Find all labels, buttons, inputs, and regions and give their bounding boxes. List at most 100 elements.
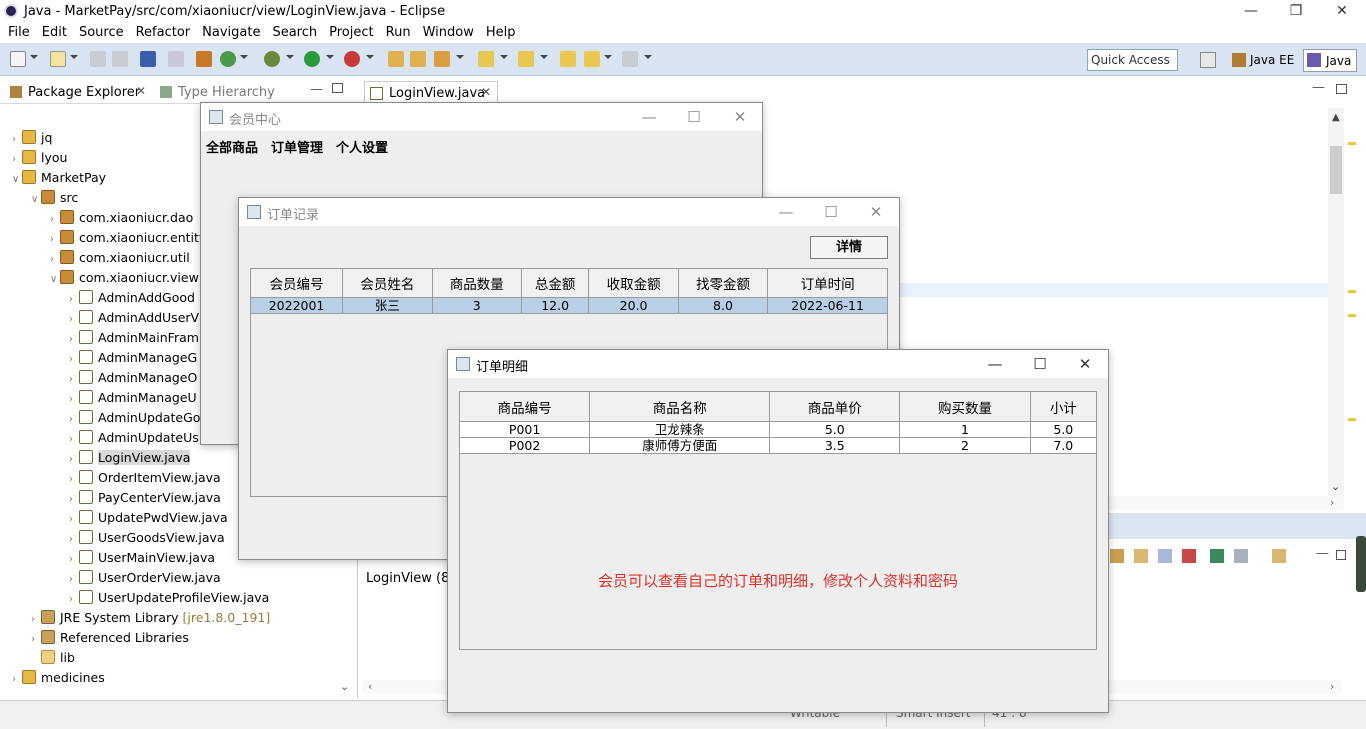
save-icon[interactable]	[90, 51, 106, 67]
last-edit-icon[interactable]	[560, 51, 576, 67]
open-type-icon[interactable]	[196, 51, 212, 67]
chevron-right-icon[interactable]: ›	[69, 390, 79, 410]
view-menu-icon[interactable]	[1210, 549, 1224, 563]
chevron-right-icon[interactable]: ›	[31, 610, 41, 630]
tree-item[interactable]: › PayCenterView.java	[69, 488, 221, 508]
menu-personal-settings[interactable]: 个人设置	[336, 137, 388, 156]
tree-scroll-down-icon[interactable]: ⌄	[340, 680, 349, 693]
column-header[interactable]: 商品编号	[458, 391, 591, 422]
search-icon[interactable]	[434, 51, 450, 67]
column-header[interactable]: 商品数量	[431, 268, 522, 298]
tree-item[interactable]: › JRE System Library [jre1.8.0_191]	[31, 608, 270, 628]
column-header[interactable]: 会员姓名	[342, 268, 433, 298]
tree-item[interactable]: › LoginView.java	[69, 448, 191, 470]
column-header[interactable]: 商品单价	[769, 391, 901, 422]
view-menu-icon[interactable]	[1134, 549, 1148, 563]
tree-item[interactable]: › com.xiaoniucr.dao	[50, 208, 193, 228]
maximize-view-icon[interactable]	[332, 83, 343, 93]
chevron-right-icon[interactable]: ›	[50, 210, 60, 230]
chevron-right-icon[interactable]: ›	[69, 290, 79, 310]
view-menu-icon[interactable]	[1234, 549, 1248, 563]
view-menu-icon[interactable]	[1110, 549, 1124, 563]
tree-item[interactable]: › UserMainView.java	[69, 548, 215, 568]
lower-maximize-icon[interactable]	[1336, 550, 1346, 560]
chevron-right-icon[interactable]: ›	[69, 410, 79, 430]
close-tab-icon[interactable]: ✕	[136, 84, 146, 98]
editor-minimize-icon[interactable]: —	[1312, 80, 1325, 95]
maximize-button[interactable]: ☐	[1017, 350, 1063, 378]
chevron-right-icon[interactable]: ›	[69, 370, 79, 390]
menu-edit[interactable]: Edit	[36, 23, 73, 43]
new-project-icon[interactable]	[50, 51, 66, 67]
menu-project[interactable]: Project	[323, 23, 379, 43]
maximize-button[interactable]: ☐	[671, 103, 717, 131]
menu-file[interactable]: File	[2, 23, 36, 43]
run-external-icon[interactable]	[344, 51, 360, 67]
view-menu-icon[interactable]	[1272, 549, 1286, 563]
chevron-right-icon[interactable]: ›	[69, 530, 79, 550]
chevron-right-icon[interactable]: ›	[69, 510, 79, 530]
menu-order-management[interactable]: 订单管理	[271, 137, 323, 156]
open-file-icon[interactable]	[410, 51, 426, 67]
view-menu-icon[interactable]	[1182, 549, 1196, 563]
console-icon[interactable]	[140, 51, 156, 67]
menu-window[interactable]: Window	[417, 23, 480, 43]
column-header[interactable]: 购买数量	[899, 391, 1031, 422]
scroll-down-icon[interactable]: ⌄	[1331, 480, 1340, 493]
close-button[interactable]: ✕	[1319, 0, 1365, 23]
column-header[interactable]: 收取金额	[588, 268, 679, 298]
restore-button[interactable]: ❐	[1273, 0, 1319, 23]
chevron-right-icon[interactable]: ›	[12, 150, 22, 170]
tree-item[interactable]: › com.xiaoniucr.util	[50, 248, 190, 268]
tree-item[interactable]: › Referenced Libraries	[31, 628, 189, 648]
chevron-right-icon[interactable]: ›	[12, 130, 22, 150]
new-icon[interactable]	[10, 51, 26, 67]
menu-run[interactable]: Run	[380, 23, 417, 43]
minimize-button[interactable]: —	[972, 350, 1018, 378]
tree-item[interactable]: › UserOrderView.java	[69, 568, 221, 588]
table-row[interactable]: 2022001 张三 3 12.0 20.0 8.0 2022-06-11	[249, 297, 888, 314]
menu-source[interactable]: Source	[73, 23, 130, 43]
tree-item[interactable]: › medicines	[12, 668, 105, 688]
view-menu-icon[interactable]	[1158, 549, 1172, 563]
chevron-right-icon[interactable]: ›	[69, 330, 79, 350]
chevron-right-icon[interactable]: ›	[69, 570, 79, 590]
refresh-icon[interactable]	[220, 51, 236, 67]
save-all-icon[interactable]	[112, 51, 128, 67]
prev-annotation-icon[interactable]	[518, 51, 534, 67]
chevron-right-icon[interactable]: ›	[69, 450, 79, 470]
tree-item[interactable]: › AdminMainFram	[69, 328, 199, 348]
chevron-down-icon[interactable]: ∨	[50, 270, 60, 290]
tab-package-explorer[interactable]: Package Explorer	[28, 85, 140, 100]
minimize-view-icon[interactable]: —	[310, 82, 323, 97]
tree-item[interactable]: › com.xiaoniucr.entity	[50, 228, 206, 248]
run-icon[interactable]	[304, 51, 320, 67]
tree-item[interactable]: › AdminAddUserV	[69, 308, 199, 328]
editor-scrollbar[interactable]: ▲	[1328, 108, 1344, 496]
detail-button[interactable]: 详情	[810, 236, 888, 259]
tree-item[interactable]: › AdminAddGood	[69, 288, 195, 308]
column-header[interactable]: 会员编号	[249, 268, 344, 298]
column-header[interactable]: 商品名称	[589, 391, 771, 422]
close-button[interactable]: ✕	[717, 103, 763, 131]
close-button[interactable]: ✕	[1062, 350, 1108, 378]
maximize-button[interactable]: ☐	[808, 198, 854, 226]
tree-item[interactable]: lib	[31, 648, 75, 668]
editor-tab-loginview[interactable]: LoginView.java ✕	[364, 81, 498, 104]
close-editor-icon[interactable]: ✕	[481, 85, 491, 99]
tree-item[interactable]: › UserUpdateProfileView.java	[69, 588, 269, 608]
column-header[interactable]: 总金额	[520, 268, 590, 298]
table-row[interactable]: P001 卫龙辣条 5.0 1 5.0	[458, 421, 1098, 438]
chevron-down-icon[interactable]: ∨	[31, 190, 41, 210]
tree-item[interactable]: › lyou	[12, 148, 67, 168]
hscroll-right-icon[interactable]: ›	[1330, 680, 1334, 693]
editor-maximize-icon[interactable]	[1336, 84, 1347, 94]
hscroll-left-icon[interactable]: ‹	[368, 680, 372, 693]
chevron-right-icon[interactable]: ›	[69, 350, 79, 370]
minimize-button[interactable]: —	[1228, 0, 1274, 23]
open-folder-icon[interactable]	[388, 51, 404, 67]
back-icon[interactable]	[584, 51, 600, 67]
chevron-right-icon[interactable]: ›	[31, 630, 41, 650]
tree-item[interactable]: › AdminManageU	[69, 388, 197, 408]
lower-tab-loginview[interactable]: LoginView (8)	[366, 571, 454, 586]
